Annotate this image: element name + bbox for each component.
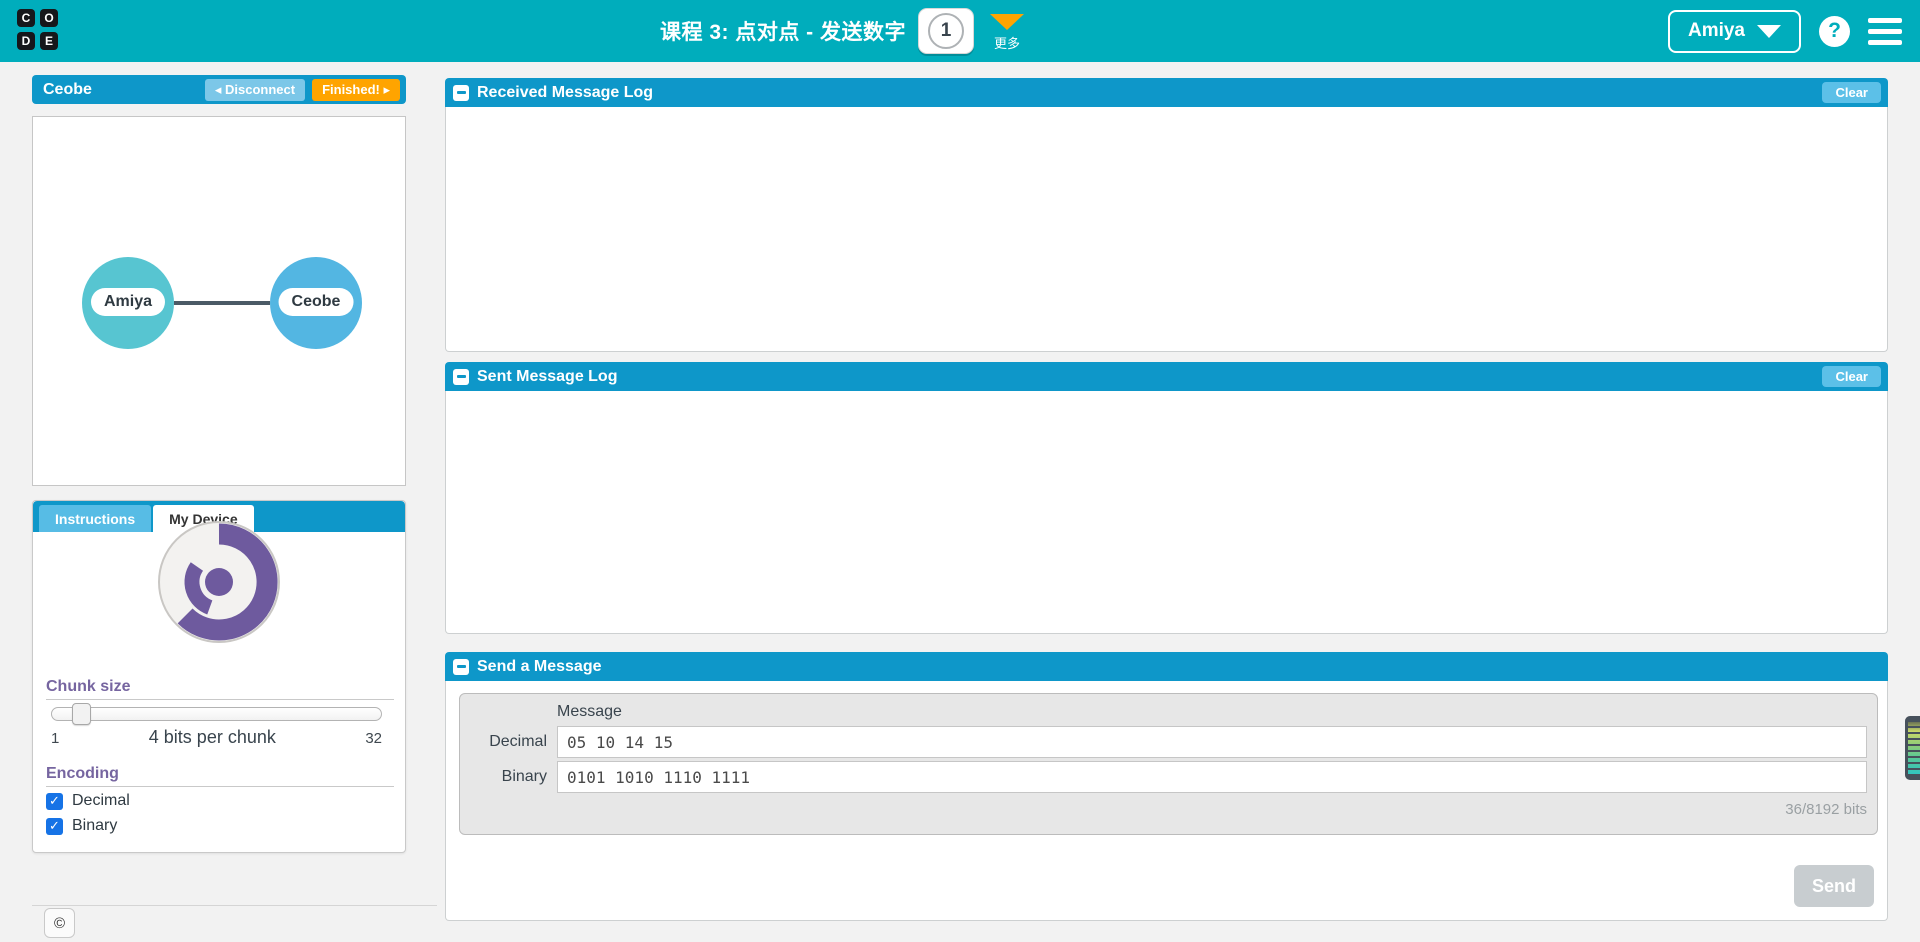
footer-divider [32,905,437,906]
copyright-button[interactable]: © [44,908,75,938]
app-header: C O D E 课程 3: 点对点 - 发送数字 1 更多 Amiya ? [0,0,1920,62]
received-log-body [445,107,1888,352]
logo-letter: O [40,9,58,27]
received-message-log-panel: Received Message Log Clear [445,78,1888,352]
panel-header: Received Message Log Clear [445,78,1888,107]
decimal-message-input[interactable] [557,726,1867,758]
disconnect-button[interactable]: ◂ Disconnect [204,78,306,101]
device-spinner-icon [157,520,281,649]
checkbox-checked-icon[interactable] [46,792,63,810]
encoding-option-label: Decimal [72,792,130,809]
sent-message-log-panel: Sent Message Log Clear [445,362,1888,634]
header-right-group: Amiya ? [1667,0,1902,62]
encoding-option-decimal: Decimal [46,792,130,810]
encoding-option-label: Binary [72,817,118,834]
edge-signal-widget [1905,716,1920,780]
logo-letter: C [17,9,35,27]
code-org-logo: C O D E [17,9,58,53]
panel-title: Received Message Log [477,83,654,101]
network-node-ceobe[interactable]: Ceobe [270,257,362,349]
slider-value-label: 4 bits per chunk [148,727,276,747]
panel-title: Sent Message Log [477,367,618,385]
encoding-heading: Encoding [46,765,394,787]
encoding-option-binary: Binary [46,817,117,835]
chunk-size-slider[interactable] [51,703,382,725]
signal-stripes [1908,722,1920,774]
level-indicator[interactable]: 1 [918,8,975,54]
my-device-panel: Instructions My Device Chunk size 1 4 bi… [32,500,406,853]
connected-peer-title: Ceobe [43,80,92,98]
logo-letter: D [17,32,35,50]
logo-letter: E [40,32,58,50]
decimal-row-label: Decimal [489,733,547,750]
network-node-amiya[interactable]: Amiya [82,257,174,349]
more-dropdown[interactable]: 更多 [990,14,1025,52]
collapse-icon[interactable] [453,84,469,101]
user-name: Amiya [1687,20,1745,41]
node-label: Ceobe [278,288,354,316]
network-diagram: Amiya Ceobe [32,116,406,486]
slider-max-label: 32 [365,730,382,747]
lobby-header: Ceobe ◂ Disconnect Finished! ▸ [32,75,406,104]
send-button[interactable]: Send [1794,865,1874,907]
lesson-title-group: 课程 3: 点对点 - 发送数字 1 更多 [660,0,1025,62]
chunk-size-heading: Chunk size [46,678,394,700]
chevron-down-icon [1757,24,1781,38]
clear-button[interactable]: Clear [1822,82,1881,103]
bits-counter: 36/8192 bits [1785,801,1867,818]
chevron-down-icon [990,14,1025,30]
collapse-icon[interactable] [453,658,469,675]
node-label: Amiya [90,288,166,316]
lesson-title: 课程 3: 点对点 - 发送数字 [660,21,907,44]
panel-title: Send a Message [477,657,602,675]
send-message-panel: Send a Message Message Decimal Binary 36… [445,652,1888,921]
more-label: 更多 [994,36,1021,51]
help-button[interactable]: ? [1819,15,1850,47]
message-composer: Message Decimal Binary 36/8192 bits [459,693,1878,835]
panel-header: Sent Message Log Clear [445,362,1888,391]
send-message-body: Message Decimal Binary 36/8192 bits Send [445,681,1888,921]
finished-button[interactable]: Finished! ▸ [312,78,400,101]
panel-header: Send a Message [445,652,1888,681]
tab-instructions[interactable]: Instructions [39,505,152,532]
level-number: 1 [928,13,965,49]
sent-log-body [445,391,1888,634]
slider-thumb[interactable] [72,703,91,725]
user-menu-button[interactable]: Amiya [1667,9,1801,53]
collapse-icon[interactable] [453,368,469,385]
checkbox-checked-icon[interactable] [46,817,63,835]
hamburger-menu-icon[interactable] [1868,17,1902,45]
message-column-header: Message [557,703,622,720]
connection-line [174,301,270,305]
clear-button[interactable]: Clear [1822,366,1881,387]
chunk-size-labels: 1 4 bits per chunk 32 [51,727,382,748]
slider-min-label: 1 [51,730,60,747]
binary-message-input[interactable] [557,761,1867,793]
binary-row-label: Binary [501,768,547,785]
